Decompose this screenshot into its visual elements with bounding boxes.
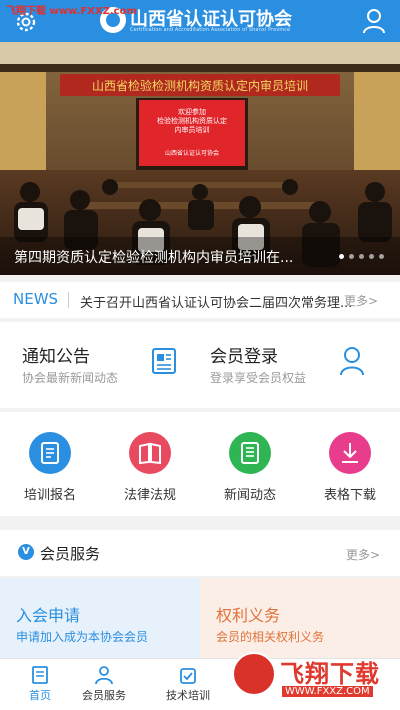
- notice-card[interactable]: 通知公告 协会最新新闻动态: [0, 322, 200, 408]
- notice-card-title: 通知公告: [22, 347, 90, 367]
- tab-label: 会员服务: [82, 689, 126, 702]
- user-profile-icon[interactable]: [362, 8, 386, 34]
- member-services-title: 会员服务: [40, 545, 101, 563]
- book-icon: [129, 432, 171, 474]
- quick-cards: 通知公告 协会最新新闻动态 会员登录 登录享受会员权益: [0, 322, 400, 408]
- watermark-logo: 飞翔下载 WWW.FXXZ.COM: [230, 650, 400, 710]
- v-badge-icon: V: [18, 544, 34, 560]
- tab-technical-training[interactable]: 技术培训: [148, 659, 228, 710]
- document-icon: [229, 432, 271, 474]
- grid-label: 表格下载: [323, 488, 376, 503]
- news-ticker[interactable]: NEWS 关于召开山西省认证认可协会二届四次常务理... 更多>: [0, 282, 400, 318]
- join-application-card[interactable]: 入会申请 申请加入成为本协会会员: [0, 578, 200, 658]
- grid-item-downloads[interactable]: 表格下载: [300, 432, 400, 503]
- tab-label: 技术培训: [166, 689, 210, 702]
- app-subtitle: Certification and Accreditation Associat…: [130, 27, 291, 33]
- member-login-subtitle: 登录享受会员权益: [210, 371, 307, 385]
- carousel-dot[interactable]: [379, 254, 384, 259]
- divider: [68, 292, 69, 308]
- news-more-link[interactable]: 更多>: [344, 292, 378, 309]
- home-icon: [32, 666, 48, 684]
- feature-grid: 培训报名 法律法规 新闻动态 表格下载: [0, 412, 400, 516]
- member-services-header: V 会员服务 更多>: [0, 530, 400, 576]
- watermark-top: 飞翔下载 www.FXXZ.com: [6, 6, 137, 17]
- grid-item-training-signup[interactable]: 培训报名: [0, 432, 100, 503]
- member-more-link[interactable]: 更多>: [346, 546, 380, 563]
- carousel-dot[interactable]: [369, 254, 374, 259]
- rights-duties-title: 权利义务: [216, 606, 281, 625]
- carousel-dots: [339, 254, 384, 259]
- user-icon: [340, 347, 364, 376]
- screen-line-2: 检验检测机构资质认定: [157, 116, 227, 125]
- app-header: 山西省认证认可协会 Certification and Accreditatio…: [0, 0, 400, 42]
- news-headline[interactable]: 关于召开山西省认证认可协会二届四次常务理...: [80, 292, 352, 311]
- hall-banner-text: 山西省检验检测机构资质认定内审员培训: [92, 78, 308, 93]
- training-icon: [180, 668, 196, 684]
- member-login-card[interactable]: 会员登录 登录享受会员权益: [188, 322, 388, 408]
- carousel-dot[interactable]: [359, 254, 364, 259]
- download-icon: [329, 432, 371, 474]
- watermark-url: WWW.FXXZ.COM: [282, 686, 373, 697]
- watermark-circle-icon: [232, 652, 276, 696]
- members-icon: [95, 666, 113, 685]
- grid-label: 培训报名: [23, 488, 76, 503]
- grid-item-news[interactable]: 新闻动态: [200, 432, 300, 503]
- watermark-name: 飞翔下载: [280, 660, 380, 688]
- grid-label: 新闻动态: [223, 488, 276, 503]
- notice-card-subtitle: 协会最新新闻动态: [22, 371, 119, 385]
- form-icon: [29, 432, 71, 474]
- grid-label: 法律法规: [123, 488, 176, 503]
- banner-caption[interactable]: 第四期资质认定检验检测机构内审员培训在...: [14, 247, 293, 267]
- carousel-dot[interactable]: [339, 254, 344, 259]
- news-carousel[interactable]: 山西省检验检测机构资质认定内审员培训 欢迎参加 检验检测机构资质认定 内审员培训…: [0, 42, 400, 275]
- banner-photo: 山西省检验检测机构资质认定内审员培训 欢迎参加 检验检测机构资质认定 内审员培训…: [0, 42, 400, 275]
- newspaper-icon: [152, 348, 176, 374]
- carousel-dot[interactable]: [349, 254, 354, 259]
- rights-duties-subtitle: 会员的相关权利义务: [216, 630, 325, 644]
- member-login-title: 会员登录: [210, 347, 278, 367]
- join-application-title: 入会申请: [16, 606, 81, 625]
- tab-member-services[interactable]: 会员服务: [64, 659, 144, 710]
- grid-item-laws[interactable]: 法律法规: [100, 432, 200, 503]
- screen-line-3: 内审员培训: [175, 125, 210, 134]
- news-tag: NEWS: [13, 290, 59, 308]
- join-application-subtitle: 申请加入成为本协会会员: [16, 630, 149, 644]
- screen-line-4: 山西省认证认可协会: [165, 149, 219, 157]
- rights-duties-card[interactable]: 权利义务 会员的相关权利义务: [200, 578, 400, 658]
- screen-line-1: 欢迎参加: [178, 107, 206, 116]
